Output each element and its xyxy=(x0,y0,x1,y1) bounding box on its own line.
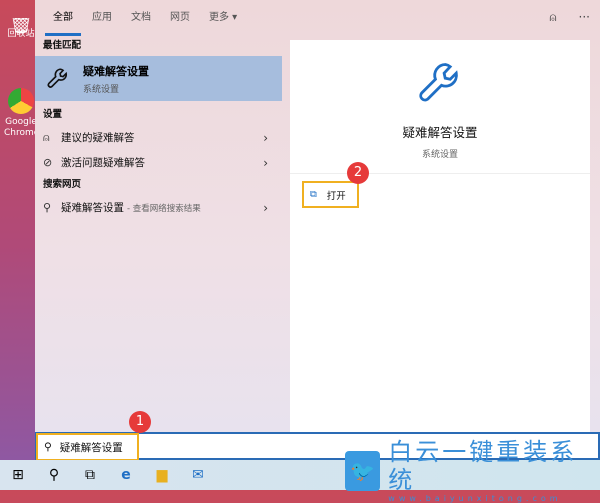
tab-documents[interactable]: 文档 xyxy=(131,0,151,36)
results-list: 最佳匹配 疑难解答设置 系统设置 设置 ⍝ 建议的疑难解答 › ⊘ 激活问题疑难… xyxy=(35,36,282,432)
search-icon: ⚲ xyxy=(44,441,52,453)
mail-icon[interactable]: ✉ xyxy=(180,467,216,483)
chevron-right-icon: › xyxy=(263,200,268,215)
tab-apps[interactable]: 应用 xyxy=(92,0,112,36)
open-button[interactable]: ⧉ 打开 xyxy=(302,181,359,208)
chevron-right-icon: › xyxy=(263,155,268,170)
tab-more[interactable]: 更多 ▾ xyxy=(209,0,237,36)
check-circle-icon: ⊘ xyxy=(43,156,53,169)
desktop-icon-chrome[interactable]: Google Chrome xyxy=(4,88,38,139)
result-web-search[interactable]: ⚲ 疑难解答设置 - 查看网络搜索结果 › xyxy=(35,195,282,220)
search-flyout: 全部 应用 文档 网页 更多 ▾ ⍝ ··· 最佳匹配 疑难解答设置 系统设置 … xyxy=(35,0,600,432)
open-icon: ⧉ xyxy=(310,189,317,200)
desktop-icon-recycle-bin[interactable]: 🗑 回收站 xyxy=(4,18,38,40)
search-icon[interactable]: ⚲ xyxy=(36,467,72,483)
detail-title: 疑难解答设置 xyxy=(402,125,478,140)
tab-web[interactable]: 网页 xyxy=(170,0,190,36)
settings-header: 设置 xyxy=(43,109,63,120)
best-match-item[interactable]: 疑难解答设置 系统设置 xyxy=(35,56,282,101)
recycle-bin-icon: 🗑 xyxy=(8,18,34,35)
more-icon[interactable]: ··· xyxy=(579,10,590,25)
search-input[interactable]: 疑难解答设置 xyxy=(60,440,123,455)
detail-subtitle: 系统设置 xyxy=(421,150,458,160)
wrench-icon xyxy=(47,67,68,88)
result-suggested-troubleshoot[interactable]: ⍝ 建议的疑难解答 › xyxy=(35,125,282,150)
step-badge-1: 1 xyxy=(129,411,151,433)
file-explorer-icon[interactable]: ▆ xyxy=(144,467,180,483)
search-icon: ⚲ xyxy=(43,201,52,214)
tab-all[interactable]: 全部 xyxy=(45,0,81,36)
chrome-icon xyxy=(8,88,34,114)
windows-start-icon[interactable]: ⊞ xyxy=(0,467,36,483)
result-activation-troubleshoot[interactable]: ⊘ 激活问题疑难解答 › xyxy=(35,150,282,175)
task-view-icon[interactable]: ⧉ xyxy=(72,467,108,483)
person-feedback-icon: ⍝ xyxy=(43,130,50,144)
step-badge-2: 2 xyxy=(347,162,369,184)
wrench-icon xyxy=(419,63,458,102)
watermark: 🐦 白云一键重装系统 www.baiyunxitong.com xyxy=(345,438,600,503)
tab-bar: 全部 应用 文档 网页 更多 ▾ xyxy=(35,0,600,36)
web-header: 搜索网页 xyxy=(43,179,82,190)
best-match-header: 最佳匹配 xyxy=(43,40,82,51)
detail-panel: 疑难解答设置 系统设置 ⧉ 打开 2 xyxy=(290,40,590,432)
chevron-right-icon: › xyxy=(263,130,268,145)
bird-logo-icon: 🐦 xyxy=(345,450,381,491)
edge-icon[interactable]: e xyxy=(108,467,144,483)
feedback-icon[interactable]: ⍝ xyxy=(549,10,556,25)
